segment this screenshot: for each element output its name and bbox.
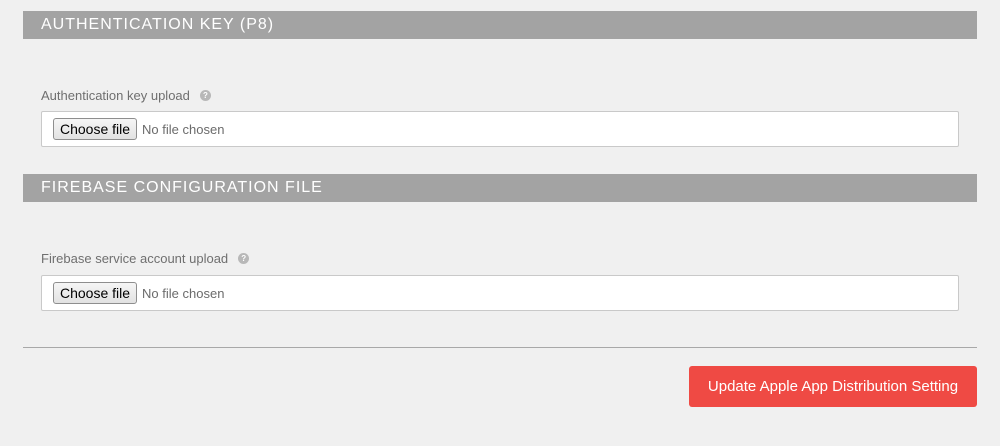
auth-section-title: AUTHENTICATION KEY (P8) <box>41 16 275 33</box>
help-icon[interactable]: ? <box>199 90 211 101</box>
firebase-label-text: Firebase service account upload <box>41 251 229 266</box>
auth-section-header: AUTHENTICATION KEY (P8) <box>23 11 977 39</box>
auth-key-label-text: Authentication key upload <box>41 88 190 103</box>
auth-key-choose-file-button[interactable]: Choose file <box>53 118 138 140</box>
update-settings-button[interactable]: Update Apple App Distribution Setting <box>689 366 977 407</box>
firebase-choose-file-button[interactable]: Choose file <box>53 282 138 304</box>
firebase-section-title: FIREBASE CONFIGURATION FILE <box>41 179 323 196</box>
auth-key-field-label: Authentication key upload ? <box>41 88 211 103</box>
auth-key-file-input[interactable]: Choose file No file chosen <box>41 111 959 147</box>
firebase-section-header: FIREBASE CONFIGURATION FILE <box>23 174 977 202</box>
help-icon[interactable]: ? <box>238 253 250 264</box>
auth-key-file-status: No file chosen <box>142 121 225 137</box>
firebase-field-label: Firebase service account upload ? <box>41 251 250 266</box>
footer-divider <box>23 347 977 348</box>
firebase-file-status: No file chosen <box>142 285 225 301</box>
firebase-file-input[interactable]: Choose file No file chosen <box>41 275 959 311</box>
